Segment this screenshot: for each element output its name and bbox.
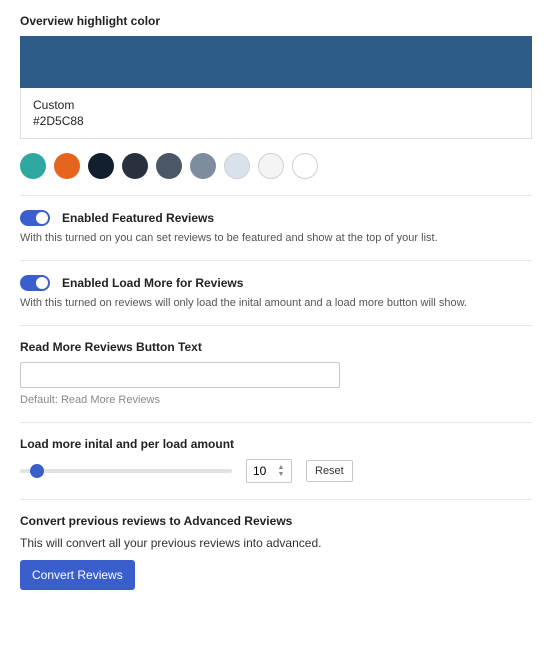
featured-reviews-section: Enabled Featured Reviews With this turne… xyxy=(20,196,532,261)
color-info-box: Custom #2D5C88 xyxy=(20,88,532,139)
featured-hint: With this turned on you can set reviews … xyxy=(20,232,532,244)
convert-section: Convert previous reviews to Advanced Rev… xyxy=(20,500,532,606)
color-name: Custom xyxy=(33,98,519,112)
convert-button[interactable]: Convert Reviews xyxy=(20,560,135,590)
spin-down-icon[interactable]: ▼ xyxy=(275,471,287,478)
button-text-default: Default: Read More Reviews xyxy=(20,394,532,406)
color-swatch-6[interactable] xyxy=(224,153,250,179)
color-swatch-5[interactable] xyxy=(190,153,216,179)
load-amount-section: Load more inital and per load amount ▲ ▼… xyxy=(20,423,532,500)
color-preview xyxy=(20,36,532,88)
color-swatch-1[interactable] xyxy=(54,153,80,179)
button-text-input[interactable] xyxy=(20,362,340,388)
button-text-section: Read More Reviews Button Text Default: R… xyxy=(20,326,532,423)
color-swatch-3[interactable] xyxy=(122,153,148,179)
highlight-color-section: Overview highlight color Custom #2D5C88 xyxy=(20,0,532,196)
load-amount-number[interactable] xyxy=(247,464,275,478)
color-swatch-7[interactable] xyxy=(258,153,284,179)
load-amount-label: Load more inital and per load amount xyxy=(20,437,532,451)
button-text-label: Read More Reviews Button Text xyxy=(20,340,532,354)
color-swatch-0[interactable] xyxy=(20,153,46,179)
load-amount-number-wrap[interactable]: ▲ ▼ xyxy=(246,459,292,483)
featured-toggle[interactable] xyxy=(20,210,50,226)
loadmore-section: Enabled Load More for Reviews With this … xyxy=(20,261,532,326)
highlight-title: Overview highlight color xyxy=(20,14,532,28)
reset-button[interactable]: Reset xyxy=(306,460,353,482)
swatch-row xyxy=(20,153,532,179)
color-swatch-2[interactable] xyxy=(88,153,114,179)
convert-title: Convert previous reviews to Advanced Rev… xyxy=(20,514,532,528)
load-amount-slider[interactable] xyxy=(20,463,232,479)
color-swatch-4[interactable] xyxy=(156,153,182,179)
featured-label: Enabled Featured Reviews xyxy=(62,211,214,225)
loadmore-label: Enabled Load More for Reviews xyxy=(62,276,243,290)
convert-desc: This will convert all your previous revi… xyxy=(20,536,532,550)
loadmore-hint: With this turned on reviews will only lo… xyxy=(20,297,532,309)
spin-up-icon[interactable]: ▲ xyxy=(275,464,287,471)
color-swatch-8[interactable] xyxy=(292,153,318,179)
loadmore-toggle[interactable] xyxy=(20,275,50,291)
slider-thumb[interactable] xyxy=(30,464,44,478)
color-hex: #2D5C88 xyxy=(33,114,519,128)
